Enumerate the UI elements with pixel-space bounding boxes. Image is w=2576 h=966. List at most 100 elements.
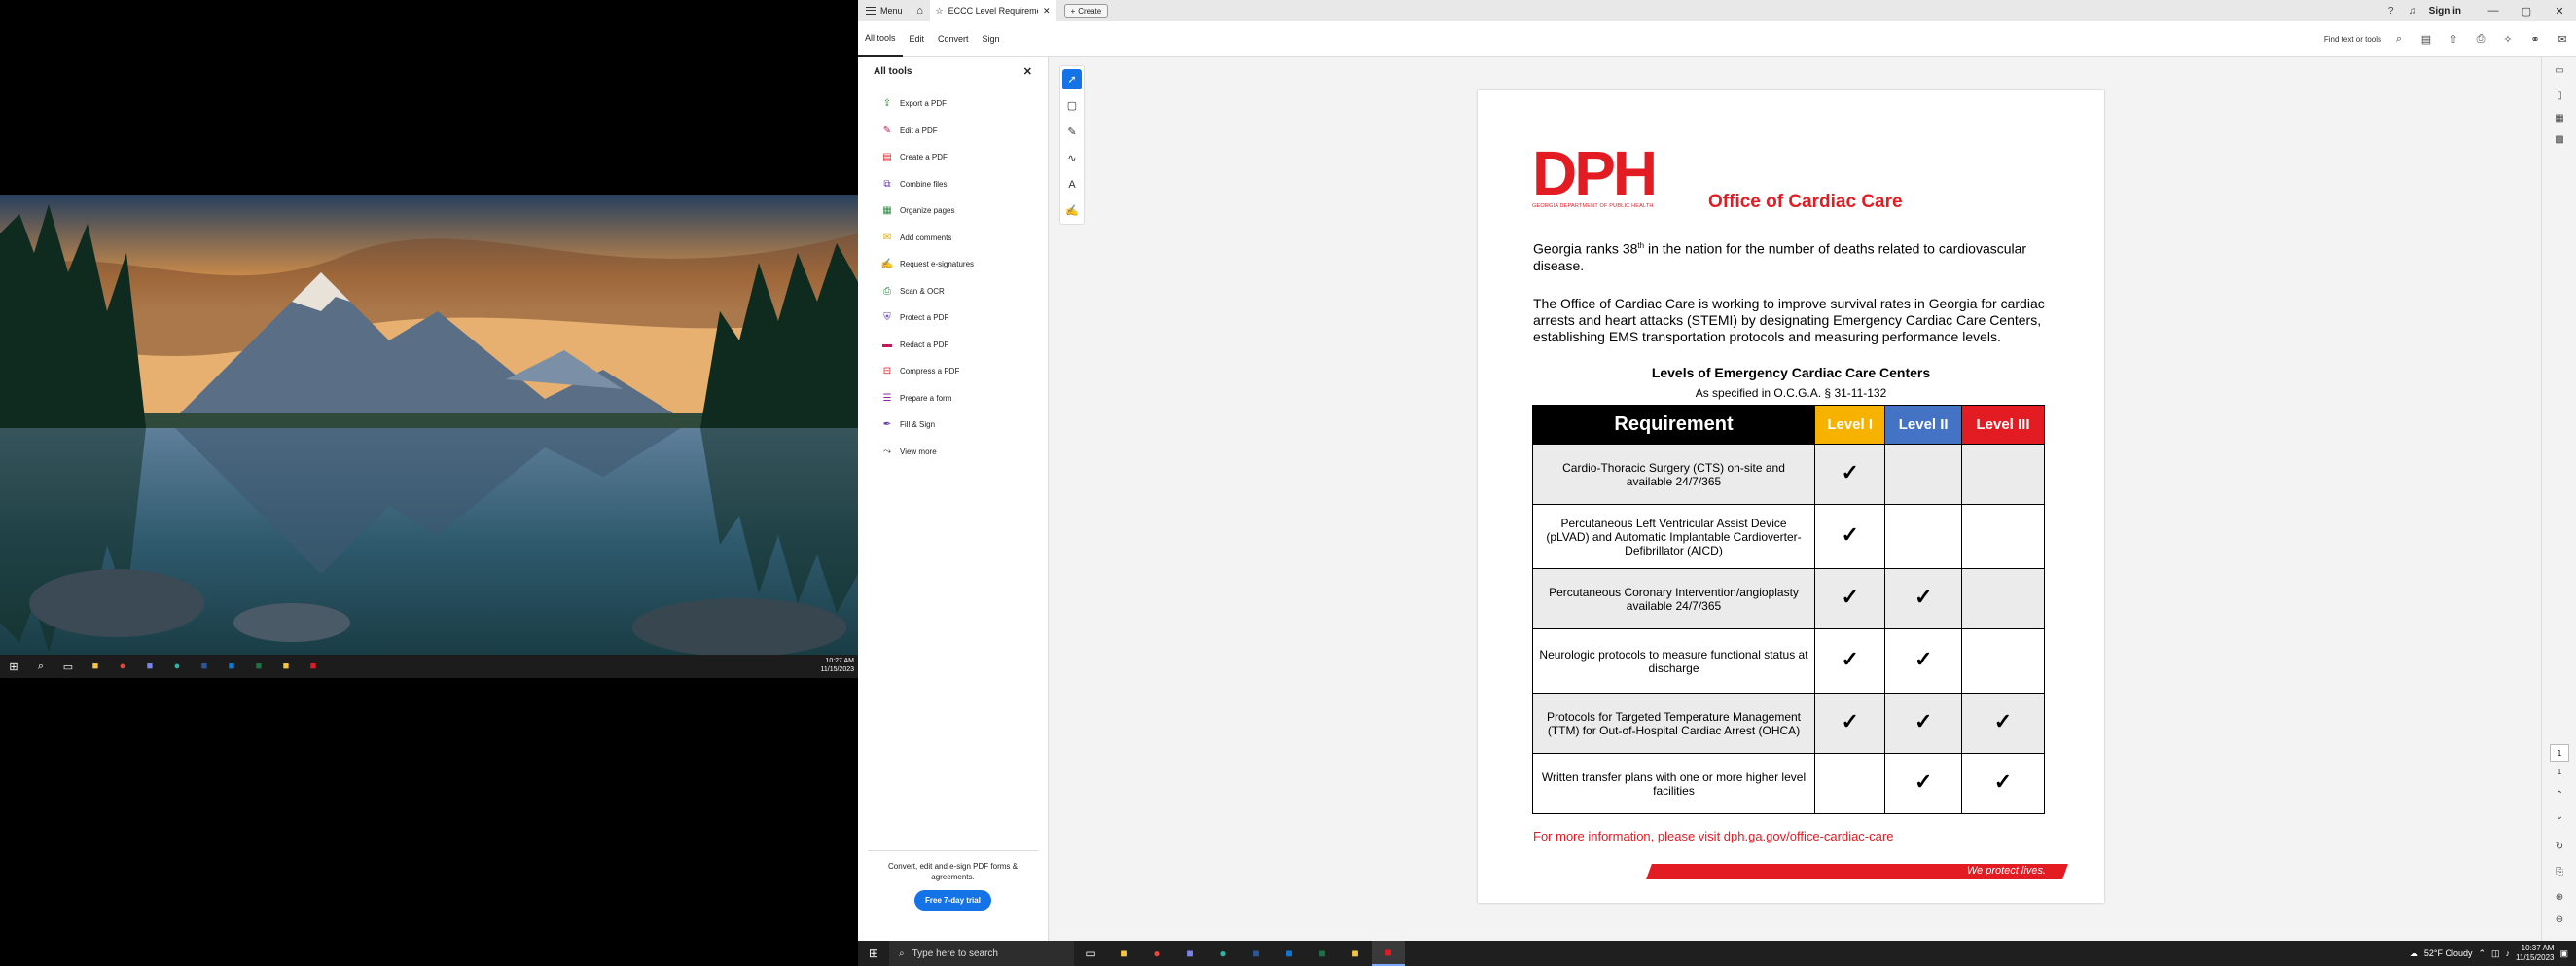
menu-all-tools[interactable]: All tools (858, 21, 903, 57)
checkmark-icon: ✓ (1841, 585, 1859, 609)
windows-start-icon[interactable]: ⊞ (6, 659, 21, 674)
network-icon[interactable]: ◫ (2491, 948, 2500, 959)
bookmarks-icon[interactable]: ▯ (2552, 90, 2567, 101)
chevron-down-icon[interactable]: ⌄ (2552, 811, 2567, 822)
tool-item-scan-ocr[interactable]: ⎙ Scan & OCR (858, 278, 1048, 305)
requirement-cell: Written transfer plans with one or more … (1532, 753, 1815, 814)
minimize-icon[interactable]: — (2477, 5, 2510, 17)
free-trial-button[interactable]: Free 7-day trial (914, 890, 991, 911)
chrome-icon[interactable]: ● (1140, 941, 1173, 966)
close-tab-icon[interactable]: ✕ (1043, 6, 1051, 17)
acrobat-icon[interactable]: ■ (305, 659, 321, 674)
star-icon[interactable]: ☆ (936, 6, 944, 17)
tool-item-combine-files[interactable]: ⧉ Combine files (858, 171, 1048, 198)
search-icon[interactable]: ⌕ (33, 659, 49, 674)
tool-item-label: Request e-signatures (900, 260, 975, 269)
protect-pdf-icon: ⛨ (883, 312, 891, 324)
outlook-icon[interactable]: ■ (1272, 941, 1306, 966)
zoom-in-icon[interactable]: ⊕ (2552, 892, 2567, 903)
sign-in-button[interactable]: Sign in (2429, 6, 2461, 17)
weather-icon[interactable]: ☁ (2410, 948, 2418, 959)
outlook-icon[interactable]: ■ (224, 659, 239, 674)
taskbar-clock[interactable]: 10:37 AM 11/15/2023 (2516, 944, 2554, 963)
word-icon[interactable]: ■ (197, 659, 212, 674)
edge-icon[interactable]: ● (169, 659, 185, 674)
chrome-icon[interactable]: ● (115, 659, 130, 674)
notes-icon[interactable]: ■ (278, 659, 294, 674)
tool-item-export-pdf[interactable]: ⇪ Export a PDF (858, 90, 1048, 118)
task-view-icon[interactable]: ▭ (1074, 941, 1107, 966)
zoom-out-icon[interactable]: ⊖ (2552, 914, 2567, 925)
table-row: Percutaneous Left Ventricular Assist Dev… (1532, 504, 2045, 569)
help-icon[interactable]: ? (2380, 6, 2402, 17)
tool-item-organize-pages[interactable]: ▦ Organize pages (858, 197, 1048, 225)
teams-icon[interactable]: ■ (1173, 941, 1206, 966)
file-explorer-icon[interactable]: ■ (88, 659, 103, 674)
ai-assistant-icon[interactable]: ✧ (2494, 33, 2522, 46)
tool-item-redact-pdf[interactable]: ▬ Redact a PDF (858, 332, 1048, 359)
home-icon[interactable]: ⌂ (911, 5, 930, 17)
requirement-cell: Protocols for Targeted Temperature Manag… (1532, 693, 1815, 754)
create-button[interactable]: + Create (1063, 4, 1109, 18)
page-fit-icon[interactable]: ⎘ (2552, 867, 2567, 877)
add-text-icon[interactable]: A (1062, 174, 1082, 195)
task-view-icon[interactable]: ▭ (60, 659, 76, 674)
tool-item-request-esign[interactable]: ✍ Request e-signatures (858, 251, 1048, 278)
tool-item-prepare-form[interactable]: ☰ Prepare a form (858, 385, 1048, 412)
pages-icon[interactable]: ▦ (2552, 113, 2567, 124)
excel-icon[interactable]: ■ (251, 659, 267, 674)
acrobat-icon[interactable]: ■ (1372, 941, 1405, 966)
print-icon[interactable]: ⎙ (2467, 33, 2494, 46)
teams-icon[interactable]: ■ (142, 659, 158, 674)
email-icon[interactable]: ✉ (2549, 33, 2576, 46)
save-icon[interactable]: ▤ (2413, 33, 2440, 46)
menu-convert[interactable]: Convert (931, 21, 976, 57)
add-comment-icon[interactable]: ▢ (1062, 95, 1082, 116)
document-tab[interactable]: ☆ ECCC Level Requireme... ✕ (929, 0, 1056, 21)
volume-icon[interactable]: ♪ (2506, 948, 2511, 958)
chevron-up-icon[interactable]: ⌃ (2552, 790, 2567, 801)
tool-item-create-pdf[interactable]: ▤ Create a PDF (858, 144, 1048, 171)
notification-center-icon[interactable]: ▣ (2559, 948, 2568, 959)
taskbar-search[interactable]: ⌕ Type here to search (889, 941, 1074, 966)
fill-sign-tool-icon[interactable]: ✍ (1062, 200, 1082, 221)
word-icon[interactable]: ■ (1239, 941, 1272, 966)
tray-chevron-icon[interactable]: ⌃ (2478, 948, 2486, 959)
file-explorer-icon[interactable]: ■ (1107, 941, 1140, 966)
link-icon[interactable]: ⚭ (2522, 33, 2549, 46)
tool-item-compress-pdf[interactable]: ⊟ Compress a PDF (858, 358, 1048, 385)
select-cursor-icon[interactable]: ➚ (1062, 69, 1082, 89)
maximize-icon[interactable]: ▢ (2510, 5, 2543, 18)
level-3-cell (1961, 568, 2045, 629)
requirement-cell: Neurologic protocols to measure function… (1532, 628, 1815, 694)
tool-item-fill-sign[interactable]: ✒ Fill & Sign (858, 411, 1048, 439)
menu-edit[interactable]: Edit (903, 21, 932, 57)
weather-text[interactable]: 52°F Cloudy (2424, 948, 2473, 958)
tool-item-protect-pdf[interactable]: ⛨ Protect a PDF (858, 304, 1048, 332)
thumbnails-icon[interactable]: ▩ (2552, 134, 2567, 145)
windows-start-icon[interactable]: ⊞ (858, 947, 889, 960)
current-page-input[interactable]: 1 (2550, 744, 2569, 762)
excel-icon[interactable]: ■ (1306, 941, 1339, 966)
close-panel-icon[interactable]: ✕ (1023, 65, 1032, 78)
find-search-icon[interactable]: ⌕ (2385, 33, 2413, 46)
more-info-link[interactable]: For more information, please visit dph.g… (1533, 829, 1893, 843)
draw-freehand-icon[interactable]: ∿ (1062, 148, 1082, 168)
edge-icon[interactable]: ● (1206, 941, 1239, 966)
close-window-icon[interactable]: ✕ (2543, 5, 2576, 18)
level-2-cell (1884, 504, 1962, 569)
highlight-pen-icon[interactable]: ✎ (1062, 122, 1082, 142)
checkmark-icon: ✓ (1914, 769, 1933, 794)
notifications-icon[interactable]: ♫ (2402, 6, 2423, 17)
tool-item-edit-pdf[interactable]: ✎ Edit a PDF (858, 118, 1048, 145)
upload-icon[interactable]: ⇧ (2440, 33, 2467, 46)
table-row: Protocols for Targeted Temperature Manag… (1532, 693, 2045, 754)
find-text-button[interactable]: Find text or tools (2324, 35, 2381, 44)
tool-item-add-comments[interactable]: ✉ Add comments (858, 225, 1048, 252)
menu-sign[interactable]: Sign (976, 21, 1007, 57)
menu-button[interactable]: Menu (858, 6, 911, 16)
refresh-icon[interactable]: ↻ (2552, 841, 2567, 852)
tool-item-view-more[interactable]: ⤳ View more (858, 439, 1048, 466)
notes-icon[interactable]: ■ (1339, 941, 1372, 966)
comments-panel-icon[interactable]: ▭ (2552, 65, 2567, 76)
